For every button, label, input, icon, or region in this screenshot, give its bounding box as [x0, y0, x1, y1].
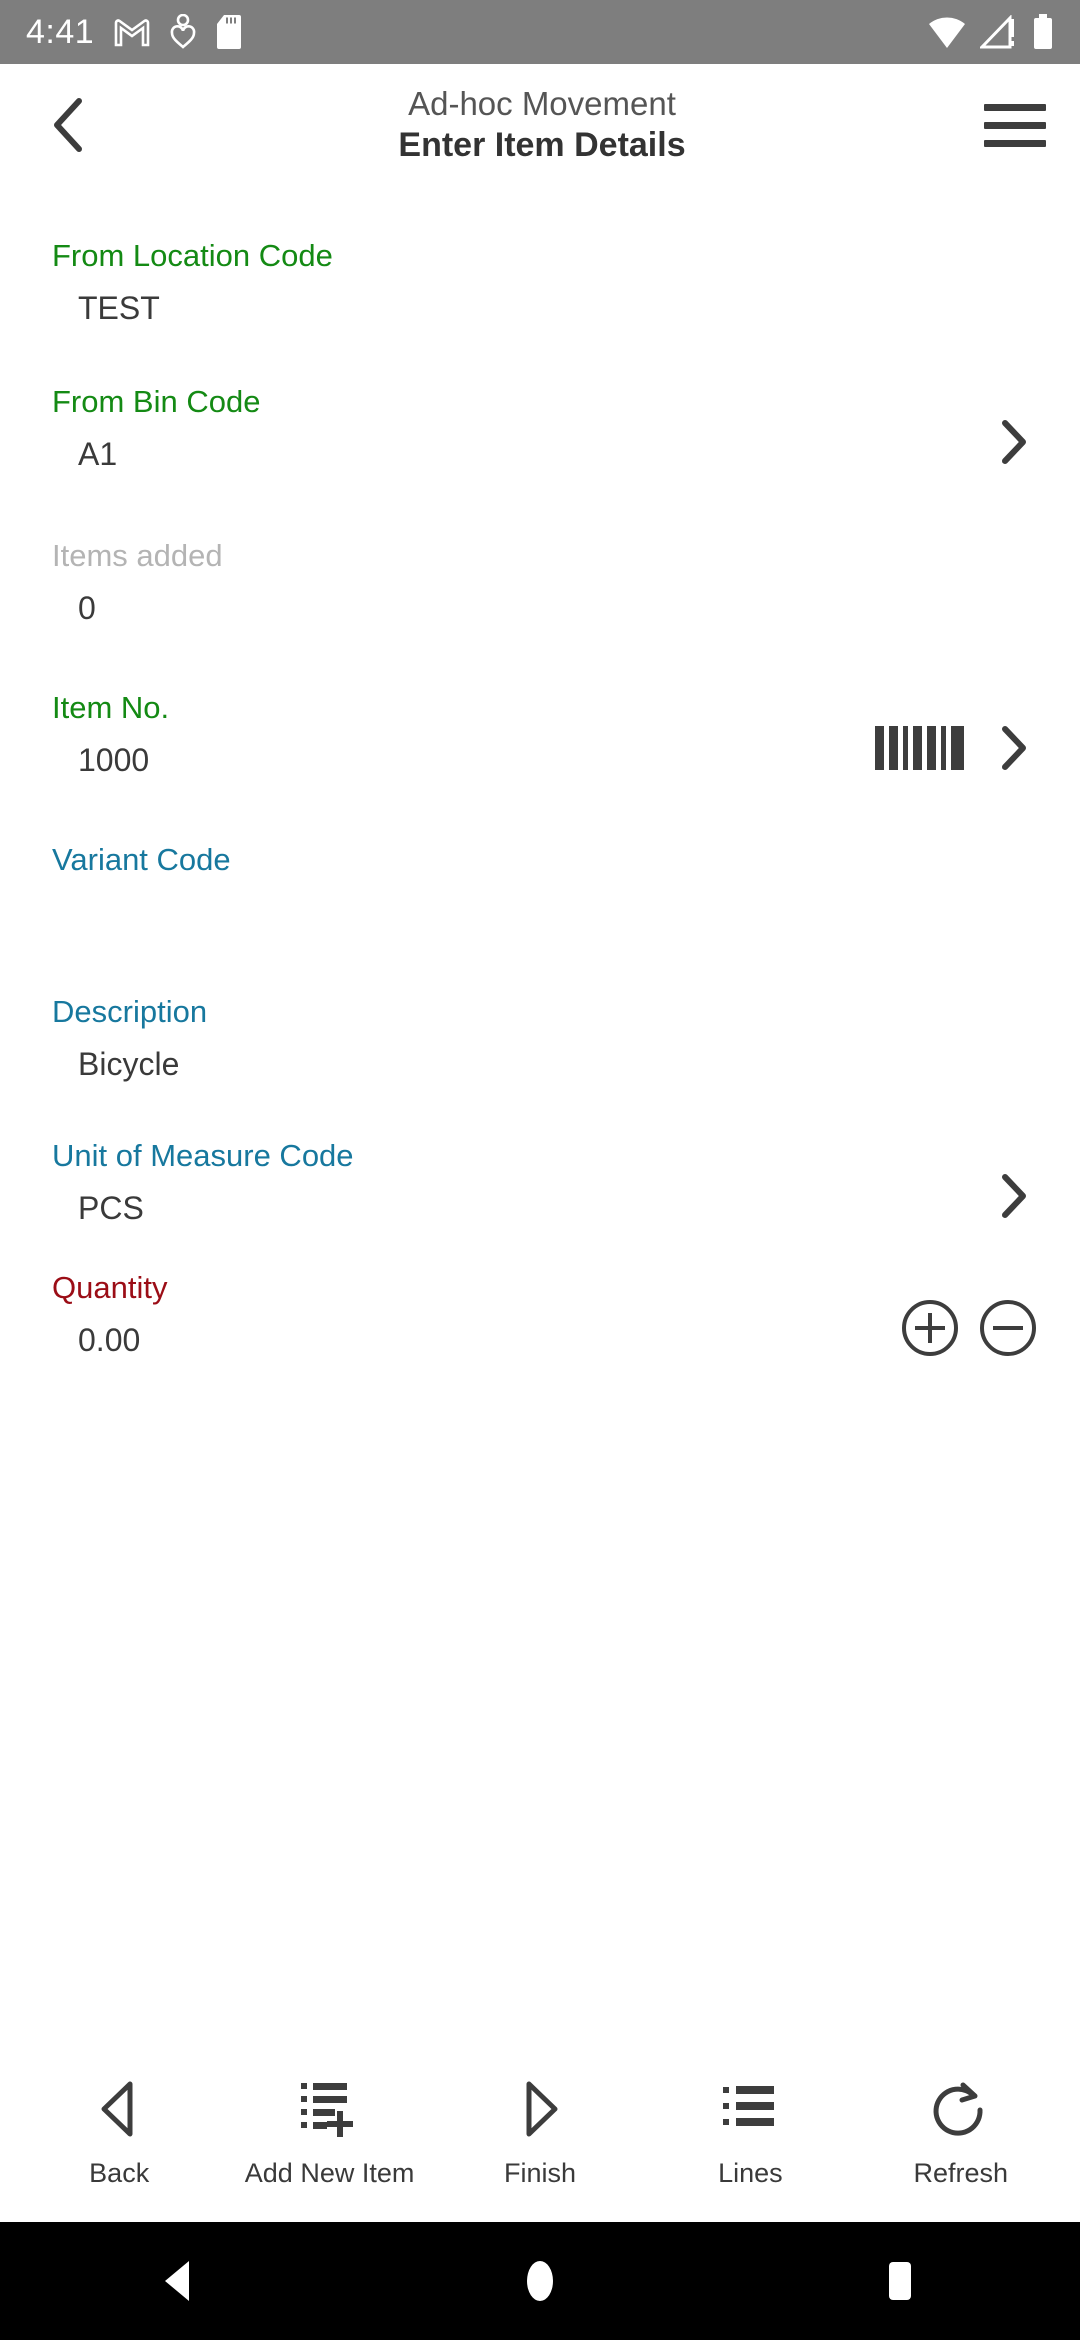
wifi-icon: [928, 15, 966, 49]
refresh-icon: [933, 2078, 989, 2140]
toolbar-button-back[interactable]: Back: [24, 2078, 214, 2189]
minus-circle-icon[interactable]: [980, 1300, 1036, 1356]
field-label-from-bin-code: From Bin Code: [52, 384, 261, 419]
app-header: Ad-hoc Movement Enter Item Details: [0, 64, 1080, 186]
list-icon: [722, 2078, 778, 2140]
bottom-toolbar: Back Add New Item Finish Lines Refresh: [0, 2054, 1080, 2222]
status-bar: 4:41: [0, 0, 1080, 64]
field-label-item-no: Item No.: [52, 690, 170, 725]
plus-circle-icon[interactable]: [902, 1300, 958, 1356]
field-label-description: Description: [52, 994, 208, 1029]
hamburger-bar: [984, 139, 1046, 147]
field-value-unit-of-measure-code: PCS: [78, 1190, 144, 1226]
toolbar-button-add-new-item[interactable]: Add New Item: [235, 2078, 425, 2189]
toolbar-label-refresh: Refresh: [913, 2157, 1009, 2188]
chevron-right-icon[interactable]: [992, 1174, 1036, 1218]
back-chevron-icon[interactable]: [38, 94, 100, 156]
field-label-variant-code: Variant Code: [52, 842, 231, 877]
nav-home-circle-icon[interactable]: [480, 2222, 600, 2340]
hamburger-menu-icon[interactable]: [984, 94, 1046, 156]
cellular-no-signal-icon: [980, 15, 1018, 49]
toolbar-button-refresh[interactable]: Refresh: [866, 2078, 1056, 2189]
field-value-description: Bicycle: [78, 1046, 180, 1082]
fitness-heart-icon: [170, 14, 196, 50]
toolbar-button-finish[interactable]: Finish: [445, 2078, 635, 2189]
field-items-added: Items added 0: [0, 536, 1080, 656]
field-from-location-code[interactable]: From Location Code TEST: [0, 236, 1080, 356]
phone-screen: 4:41 Ad-hoc Movement Enter Item Details …: [0, 0, 1080, 2340]
field-value-items-added: 0: [78, 590, 96, 626]
toolbar-label-back: Back: [89, 2157, 150, 2188]
field-label-items-added: Items added: [52, 538, 223, 573]
nav-recents-square-icon[interactable]: [840, 2222, 960, 2340]
chevron-right-icon[interactable]: [992, 726, 1036, 770]
field-from-bin-code[interactable]: From Bin Code A1: [0, 382, 1080, 502]
status-bar-left: 4:41: [26, 13, 242, 52]
list-add-icon: [299, 2078, 361, 2140]
barcode-scan-icon[interactable]: [875, 726, 964, 770]
field-quantity[interactable]: Quantity 0.00: [0, 1268, 1080, 1388]
field-value-from-location-code: TEST: [78, 290, 160, 326]
hamburger-bar: [984, 121, 1046, 129]
header-subtitle: Ad-hoc Movement: [408, 84, 676, 122]
toolbar-label-add-new-item: Add New Item: [244, 2157, 415, 2188]
triangle-left-icon: [96, 2078, 142, 2140]
toolbar-button-lines[interactable]: Lines: [655, 2078, 845, 2189]
plus-vertical-bar: [928, 1313, 932, 1343]
page-title: Enter Item Details: [398, 126, 686, 165]
chevron-right-icon[interactable]: [992, 420, 1036, 464]
toolbar-label-finish: Finish: [503, 2157, 576, 2188]
status-bar-clock: 4:41: [26, 12, 95, 51]
field-label-unit-of-measure-code: Unit of Measure Code: [52, 1138, 354, 1173]
hamburger-bar: [984, 103, 1046, 111]
minus-horizontal-bar: [993, 1326, 1023, 1330]
field-actions-item-no: [875, 726, 1036, 770]
triangle-right-icon: [517, 2078, 563, 2140]
status-bar-right: [928, 14, 1054, 50]
field-value-from-bin-code: A1: [78, 436, 118, 472]
field-actions-quantity: [902, 1300, 1036, 1356]
sd-card-icon: [216, 14, 242, 50]
field-value-quantity: 0.00: [78, 1322, 141, 1358]
battery-icon: [1032, 14, 1054, 50]
field-variant-code[interactable]: Variant Code: [0, 840, 1080, 960]
field-label-quantity: Quantity: [52, 1270, 168, 1305]
field-actions-unit-of-measure-code: [992, 1174, 1036, 1218]
header-titles: Ad-hoc Movement Enter Item Details: [100, 84, 984, 166]
field-description: Description Bicycle: [0, 992, 1080, 1112]
toolbar-label-lines: Lines: [718, 2157, 783, 2188]
gmail-icon: [114, 17, 150, 47]
android-navigation-bar: [0, 2222, 1080, 2340]
form-content: From Location Code TEST From Bin Code A1…: [0, 186, 1080, 2054]
nav-back-triangle-icon[interactable]: [120, 2222, 240, 2340]
field-label-from-location-code: From Location Code: [52, 238, 333, 273]
field-unit-of-measure-code[interactable]: Unit of Measure Code PCS: [0, 1136, 1080, 1256]
field-actions-from-bin-code: [992, 420, 1036, 464]
field-item-no[interactable]: Item No. 1000: [0, 688, 1080, 808]
